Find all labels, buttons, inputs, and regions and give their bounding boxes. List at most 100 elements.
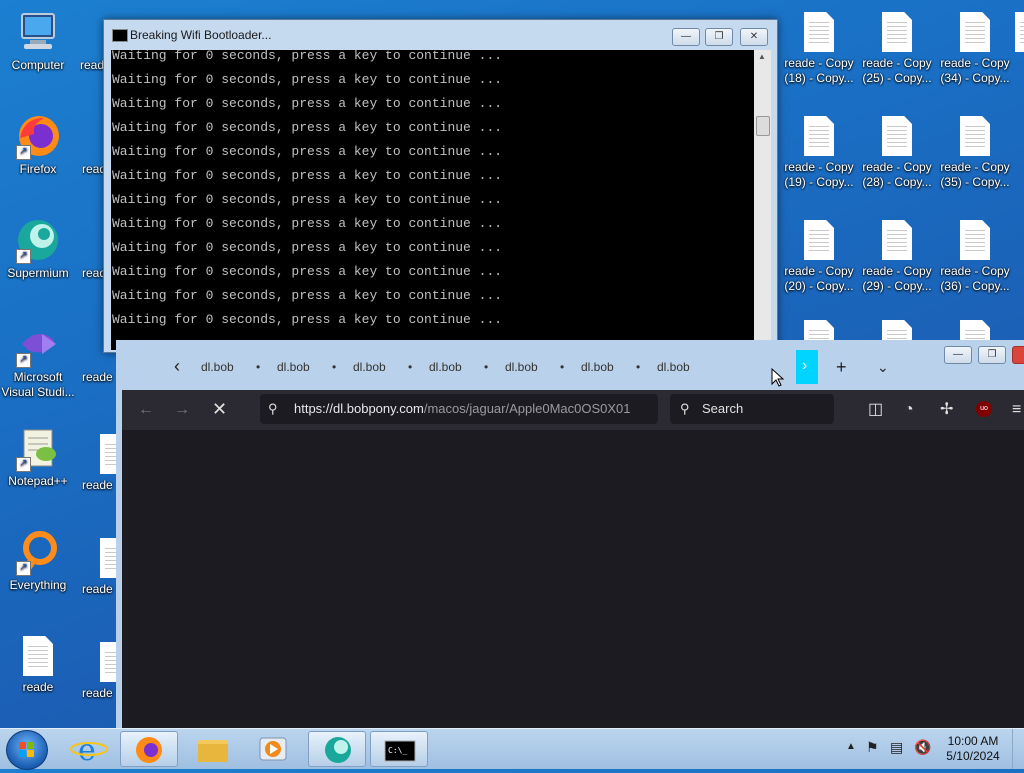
supermium-icon: ↗ [14, 216, 62, 264]
forward-arrow-icon[interactable]: → [174, 400, 190, 420]
taskbar-firefox[interactable] [120, 731, 178, 767]
desktop-icon-partial[interactable] [859, 316, 935, 340]
extensions-icon[interactable]: ✢ [940, 400, 953, 420]
account-icon[interactable]: ◔ [904, 400, 914, 420]
url-bar[interactable]: ⚲ https://dl.bobpony.com/macos/jaguar/Ap… [260, 394, 658, 424]
desktop-icon-copy-28[interactable]: reade - Copy (28) - Copy... [859, 112, 935, 190]
hamburger-menu-icon[interactable]: ≡ [1012, 400, 1021, 420]
desktop-icon-copy-34[interactable]: reade - Copy (34) - Copy... [937, 8, 1013, 86]
tab-separator: • [636, 360, 641, 374]
desktop-icon-visual-studio[interactable]: ↗ Microsoft Visual Studi... [0, 320, 76, 400]
desktop-icon-copy-29[interactable]: reade - Copy (29) - Copy... [859, 216, 935, 294]
cmd-line: Waiting for 0 seconds, press a key to co… [112, 96, 503, 111]
desktop-icon-reade[interactable]: reade [0, 632, 76, 695]
chevron-down-icon[interactable]: ⌄ [877, 357, 889, 377]
tab[interactable]: dl.bob [353, 360, 409, 374]
taskbar: e C:\_ ▲ ⚑ ▤ 🔇 10:00 AM 5/10/2024 [0, 728, 1024, 770]
tab-scroll-right-button[interactable]: › [796, 350, 818, 384]
svg-text:C:\_: C:\_ [388, 746, 407, 755]
tab-scroll-left-icon[interactable]: ‹ [174, 356, 180, 376]
scroll-up-arrow-icon[interactable]: ▲ [758, 52, 766, 61]
cmd-line: Waiting for 0 seconds, press a key to co… [112, 50, 503, 63]
maximize-button[interactable]: ❐ [705, 28, 733, 46]
taskbar-supermium[interactable] [308, 731, 366, 767]
firefox-icon: ↗ [14, 112, 62, 160]
desktop-icon-firefox[interactable]: ↗ Firefox [0, 112, 76, 177]
action-center-flag-icon[interactable]: ⚑ [866, 739, 879, 756]
desktop-icon-partial[interactable] [1015, 8, 1024, 56]
url-host: https://dl.bobpony.com [294, 401, 424, 416]
clock[interactable]: 10:00 AM 5/10/2024 [940, 734, 1006, 764]
tab[interactable]: dl.bob [581, 360, 637, 374]
desktop-icon-notepadpp[interactable]: ↗ Notepad++ [0, 424, 76, 489]
cmd-line: Waiting for 0 seconds, press a key to co… [112, 168, 503, 183]
desktop-icon-label: reade [82, 582, 113, 596]
desktop-icon-label: reade - Copy (35) - Copy... [940, 160, 1010, 189]
tab[interactable]: dl.bob [429, 360, 485, 374]
close-button[interactable] [1012, 346, 1024, 364]
desktop-icon-label: reade - Copy (29) - Copy... [862, 264, 932, 293]
start-button[interactable] [6, 730, 48, 770]
network-icon[interactable]: ▤ [890, 739, 903, 756]
windows-logo-icon [19, 742, 34, 757]
desktop-icon-reade-partial[interactable]: reade [82, 162, 104, 177]
desktop-icon-label: reade - Copy (25) - Copy... [862, 56, 932, 85]
taskbar-ie[interactable]: e [60, 731, 118, 768]
desktop-icon-reade-partial[interactable]: reade [82, 638, 116, 701]
tab[interactable]: dl.bob [657, 360, 713, 374]
cmd-line: Waiting for 0 seconds, press a key to co… [112, 72, 503, 87]
desktop-icon-everything[interactable]: ↗ Everything [0, 528, 76, 593]
computer-icon [14, 8, 62, 56]
show-desktop-button[interactable] [1012, 729, 1024, 769]
desktop-icon-reade-partial[interactable]: reade [80, 58, 104, 73]
minimize-button[interactable]: — [672, 28, 700, 46]
volume-muted-icon[interactable]: 🔇 [914, 739, 931, 756]
show-hidden-icons-icon[interactable]: ▲ [846, 741, 856, 752]
cmd-window[interactable]: Breaking Wifi Bootloader... — ❐ ✕ Waitin… [103, 19, 778, 353]
shortcut-arrow-icon: ↗ [16, 561, 31, 576]
close-button[interactable]: ✕ [740, 28, 768, 46]
maximize-button[interactable]: ❐ [978, 346, 1006, 364]
taskbar-media-player[interactable] [244, 731, 302, 767]
desktop-icon-reade-partial[interactable]: reade [82, 370, 116, 385]
tab[interactable]: dl.bob [201, 360, 257, 374]
back-arrow-icon[interactable]: ← [138, 400, 154, 420]
ublock-origin-icon[interactable]: uo [976, 401, 992, 417]
stop-loading-icon[interactable]: ✕ [212, 399, 227, 419]
document-icon [960, 220, 990, 260]
desktop-icon-copy-25[interactable]: reade - Copy (25) - Copy... [859, 8, 935, 86]
supermium-icon [325, 737, 351, 763]
desktop-icon-copy-36[interactable]: reade - Copy (36) - Copy... [937, 216, 1013, 294]
desktop-icon-reade-partial[interactable]: reade [82, 266, 104, 281]
desktop-icon-partial[interactable] [781, 316, 857, 340]
desktop-icon-partial[interactable] [937, 316, 1013, 340]
search-box[interactable]: ⚲ Search [670, 394, 834, 424]
url-path: /macos/jaguar/Apple0Mac0OS0X01 [423, 401, 631, 416]
cmd-scrollbar[interactable]: ▲ [754, 50, 771, 350]
minimize-button[interactable]: — [944, 346, 972, 364]
folder-icon [198, 740, 228, 762]
cmd-line: Waiting for 0 seconds, press a key to co… [112, 312, 503, 327]
desktop-icon-copy-18[interactable]: reade - Copy (18) - Copy... [781, 8, 857, 86]
desktop-icon-copy-20[interactable]: reade - Copy (20) - Copy... [781, 216, 857, 294]
pocket-icon[interactable]: ◫ [868, 400, 883, 420]
desktop-icon-reade-partial[interactable]: reade [82, 430, 116, 493]
taskbar-explorer[interactable] [184, 731, 242, 767]
page-content[interactable] [122, 430, 1024, 730]
new-tab-plus-icon[interactable]: + [836, 357, 847, 377]
tab[interactable]: dl.bob [505, 360, 561, 374]
desktop-icon-supermium[interactable]: ↗ Supermium [0, 216, 76, 281]
taskbar-cmd[interactable]: C:\_ [370, 731, 428, 767]
tab[interactable]: dl.bob [277, 360, 333, 374]
desktop-icon-copy-19[interactable]: reade - Copy (19) - Copy... [781, 112, 857, 190]
desktop-icon-copy-35[interactable]: reade - Copy (35) - Copy... [937, 112, 1013, 190]
tab-strip[interactable]: ‹ dl.bob • dl.bob • dl.bob • dl.bob • dl… [122, 340, 1024, 390]
desktop-icon-reade-partial[interactable]: reade [82, 534, 116, 597]
firefox-window[interactable]: ‹ dl.bob • dl.bob • dl.bob • dl.bob • dl… [116, 340, 1024, 730]
desktop-icon-label: Everything [9, 578, 67, 592]
tab-separator: • [332, 360, 337, 374]
document-icon [882, 116, 912, 156]
desktop-icon-computer[interactable]: Computer [0, 8, 76, 73]
cmd-output[interactable]: Waiting for 0 seconds, press a key to co… [111, 50, 754, 350]
scroll-thumb[interactable] [756, 116, 770, 136]
